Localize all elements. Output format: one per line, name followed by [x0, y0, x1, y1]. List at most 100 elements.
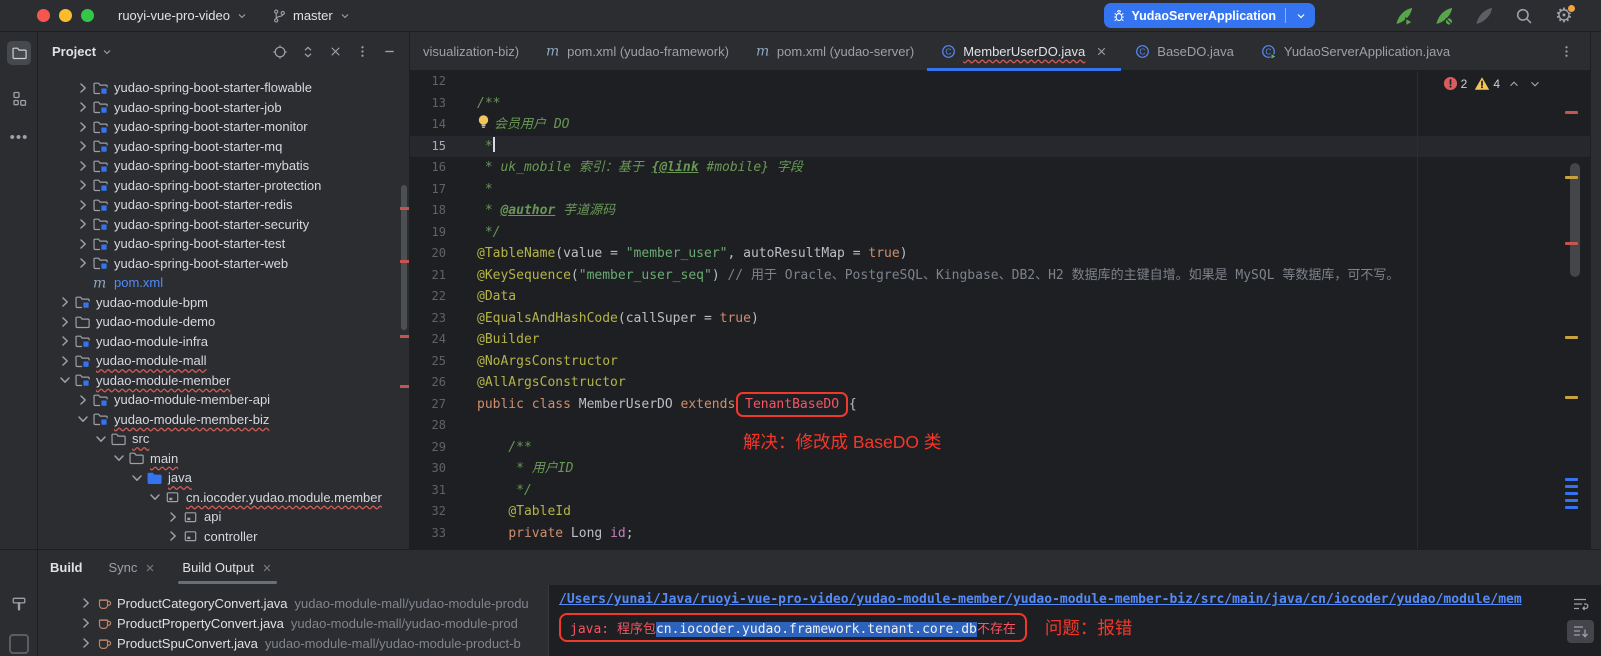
build-row-ProductPropertyConvert.java[interactable]: ProductPropertyConvert.javayudao-module-…	[38, 613, 548, 633]
chevron-right-icon[interactable]	[78, 635, 94, 651]
warning-stripe-mark[interactable]	[1565, 396, 1578, 399]
code-line-12[interactable]: 12	[410, 71, 1590, 93]
code-line-29[interactable]: 29 /**	[410, 437, 1590, 459]
code-line-32[interactable]: 32 @TableId	[410, 501, 1590, 523]
build-row-ProductSpuConvert.java[interactable]: ProductSpuConvert.javayudao-module-mall/…	[38, 633, 548, 653]
code-line-21[interactable]: 21@KeySequence("member_user_seq") // 用于 …	[410, 265, 1590, 287]
warning-stripe-mark[interactable]	[1565, 336, 1578, 339]
tree-item-src[interactable]: src	[38, 429, 409, 449]
tree-item-yudao-spring-boot-starter-monitor[interactable]: yudao-spring-boot-starter-monitor	[38, 117, 409, 137]
tree-item-yudao-spring-boot-starter-mq[interactable]: yudao-spring-boot-starter-mq	[38, 137, 409, 157]
error-stripe-mark[interactable]	[1565, 242, 1578, 245]
code-line-18[interactable]: 18 * @author 芋道源码	[410, 200, 1590, 222]
project-switcher[interactable]: ruoyi-vue-pro-video	[118, 8, 248, 23]
chevron-down-icon[interactable]	[1295, 10, 1307, 22]
code-line-31[interactable]: 31 */	[410, 480, 1590, 502]
code-line-14[interactable]: 14会员用户 DO	[410, 114, 1590, 136]
info-stripe-mark[interactable]	[1565, 506, 1578, 509]
info-stripe-mark[interactable]	[1565, 492, 1578, 495]
tree-item-yudao-spring-boot-starter-job[interactable]: yudao-spring-boot-starter-job	[38, 98, 409, 118]
search-icon[interactable]	[1511, 3, 1537, 29]
locate-file-icon[interactable]	[272, 44, 288, 60]
collapse-all-icon[interactable]	[328, 44, 343, 59]
code-line-33[interactable]: 33 private Long id;	[410, 523, 1590, 545]
tree-item-cn.iocoder.yudao.module.member[interactable]: cn.iocoder.yudao.module.member	[38, 488, 409, 508]
chevron-down-icon[interactable]	[74, 411, 92, 427]
run-icon[interactable]	[1391, 3, 1417, 29]
code-line-23[interactable]: 23@EqualsAndHashCode(callSuper = true)	[410, 308, 1590, 330]
profile-icon[interactable]	[1471, 3, 1497, 29]
tree-item-yudao-spring-boot-starter-test[interactable]: yudao-spring-boot-starter-test	[38, 234, 409, 254]
tree-item-yudao-spring-boot-starter-protection[interactable]: yudao-spring-boot-starter-protection	[38, 176, 409, 196]
chevron-down-icon[interactable]	[56, 372, 74, 388]
tree-item-yudao-module-infra[interactable]: yudao-module-infra	[38, 332, 409, 352]
more-tool-windows-button[interactable]: •••	[7, 125, 31, 149]
tree-item-pom.xml[interactable]: mpom.xml	[38, 273, 409, 293]
build-row-ProductCategoryConvert.java[interactable]: ProductCategoryConvert.javayudao-module-…	[38, 593, 548, 613]
tab-pom.xml (yudao-framework)[interactable]: mpom.xml (yudao-framework)	[532, 32, 742, 70]
editor-scrollbar[interactable]	[1570, 163, 1580, 277]
chevron-down-icon[interactable]	[128, 470, 146, 486]
zoom-window-button[interactable]	[81, 9, 94, 22]
code-line-30[interactable]: 30 * 用户ID	[410, 458, 1590, 480]
tree-item-yudao-module-mall[interactable]: yudao-module-mall	[38, 351, 409, 371]
warning-stripe-mark[interactable]	[1565, 176, 1578, 179]
close-icon[interactable]	[1095, 45, 1108, 58]
tab-MemberUserDO.java[interactable]: CMemberUserDO.java	[927, 32, 1121, 70]
chevron-down-icon[interactable]	[110, 450, 128, 466]
code-line-25[interactable]: 25@NoArgsConstructor	[410, 351, 1590, 373]
code-line-22[interactable]: 22@Data	[410, 286, 1590, 308]
tree-item-controller[interactable]: controller	[38, 527, 409, 547]
code-editor[interactable]: 1213/**14会员用户 DO15 *16 * uk_mobile 索引：基于…	[410, 71, 1590, 549]
tab-visualization-biz)[interactable]: visualization-biz)	[410, 32, 532, 70]
close-icon[interactable]	[144, 562, 156, 574]
chevron-right-icon[interactable]	[78, 595, 94, 611]
chevron-right-icon[interactable]	[56, 333, 74, 349]
code-line-19[interactable]: 19 */	[410, 222, 1590, 244]
chevron-right-icon[interactable]	[56, 353, 74, 369]
close-window-button[interactable]	[37, 9, 50, 22]
chevron-right-icon[interactable]	[74, 158, 92, 174]
code-line-15[interactable]: 15 *	[410, 136, 1590, 158]
tree-item-yudao-module-demo[interactable]: yudao-module-demo	[38, 312, 409, 332]
chevron-right-icon[interactable]	[74, 216, 92, 232]
code-line-24[interactable]: 24@Builder	[410, 329, 1590, 351]
chevron-right-icon[interactable]	[74, 255, 92, 271]
chevron-down-icon[interactable]	[146, 489, 164, 505]
project-tool-window-button[interactable]	[7, 41, 31, 65]
chevron-down-icon[interactable]	[92, 431, 110, 447]
tree-item-main[interactable]: main	[38, 449, 409, 469]
expand-collapse-icon[interactable]	[300, 44, 316, 60]
project-panel-title[interactable]: Project	[52, 44, 113, 59]
chevron-right-icon[interactable]	[74, 197, 92, 213]
intention-bulb-icon[interactable]	[477, 114, 490, 130]
tab-sync[interactable]: Sync	[109, 550, 157, 585]
info-stripe-mark[interactable]	[1565, 499, 1578, 502]
soft-wrap-icon[interactable]	[1567, 592, 1594, 615]
build-tool-window-button[interactable]	[7, 592, 31, 616]
tree-item-yudao-spring-boot-starter-mybatis[interactable]: yudao-spring-boot-starter-mybatis	[38, 156, 409, 176]
chevron-right-icon[interactable]	[164, 528, 182, 544]
scroll-to-end-icon[interactable]	[1567, 620, 1594, 643]
tree-item-yudao-module-bpm[interactable]: yudao-module-bpm	[38, 293, 409, 313]
chevron-right-icon[interactable]	[74, 80, 92, 96]
run-config-button[interactable]: YudaoServerApplication	[1104, 3, 1315, 28]
minimize-window-button[interactable]	[59, 9, 72, 22]
chevron-right-icon[interactable]	[74, 236, 92, 252]
tab-BaseDO.java[interactable]: CBaseDO.java	[1121, 32, 1247, 70]
tab-build-output[interactable]: Build Output	[182, 550, 273, 585]
prev-problem-icon[interactable]	[1507, 77, 1521, 91]
info-stripe-mark[interactable]	[1565, 485, 1578, 488]
next-problem-icon[interactable]	[1528, 77, 1542, 91]
code-line-28[interactable]: 28	[410, 415, 1590, 437]
code-line-27[interactable]: 27public class MemberUserDO extends Tena…	[410, 394, 1590, 416]
tree-item-yudao-module-member-biz[interactable]: yudao-module-member-biz	[38, 410, 409, 430]
more-tabs-icon[interactable]	[1559, 44, 1590, 59]
chevron-right-icon[interactable]	[74, 99, 92, 115]
error-stripe-mark[interactable]	[1565, 111, 1578, 114]
info-stripe-mark[interactable]	[1565, 478, 1578, 481]
close-icon[interactable]	[261, 562, 273, 574]
inspections-widget[interactable]: 2 4	[1443, 76, 1542, 91]
branch-switcher[interactable]: master	[272, 8, 351, 24]
code-line-17[interactable]: 17 *	[410, 179, 1590, 201]
